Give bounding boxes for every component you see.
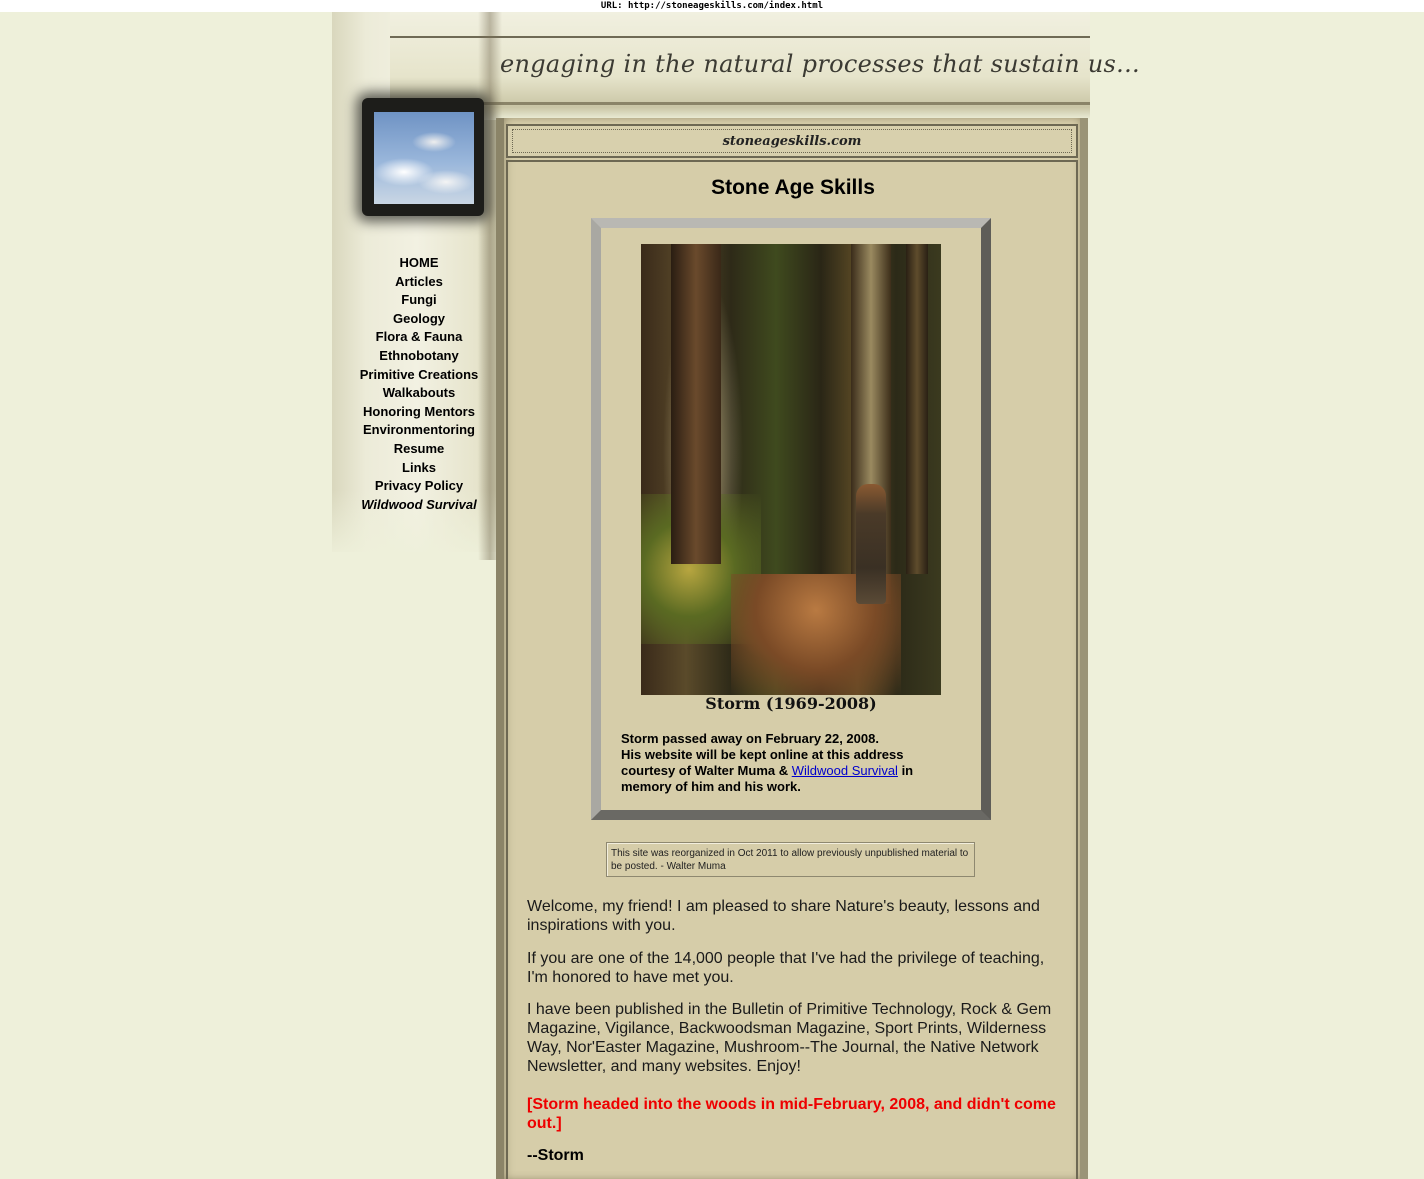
header-tagline: engaging in the natural processes that s…	[500, 50, 1140, 78]
nav-item-privacy-policy[interactable]: Privacy Policy	[340, 477, 498, 496]
sky-picture	[374, 112, 474, 204]
nav-item-flora-fauna[interactable]: Flora & Fauna	[340, 328, 498, 347]
photo-tree-trunk	[906, 244, 928, 574]
nav-item-environmentoring[interactable]: Environmentoring	[340, 421, 498, 440]
nav-item-fungi[interactable]: Fungi	[340, 291, 498, 310]
teaching-paragraph: If you are one of the 14,000 people that…	[527, 950, 1045, 986]
signature: --Storm	[527, 1147, 584, 1164]
nav-item-resume[interactable]: Resume	[340, 440, 498, 459]
forest-photo	[641, 244, 941, 695]
photo-tree-trunk	[671, 244, 721, 564]
notice-text: This site was reorganized in Oct 2011 to…	[611, 848, 969, 872]
wildwood-survival-link[interactable]: Wildwood Survival	[792, 763, 898, 778]
welcome-paragraph: Welcome, my friend! I am pleased to shar…	[527, 898, 1040, 934]
storm-notice: [Storm headed into the woods in mid-Febr…	[527, 1096, 1056, 1132]
url-bar: URL: http://stoneageskills.com/index.htm…	[0, 0, 1424, 12]
nav-item-walkabouts[interactable]: Walkabouts	[340, 384, 498, 403]
main-panel-left-edge	[496, 118, 504, 1179]
publications-paragraph: I have been published in the Bulletin of…	[527, 1001, 1052, 1075]
photo-caption: Storm (1969-2008)	[705, 694, 877, 713]
nav-item-ethnobotany[interactable]: Ethnobotany	[340, 347, 498, 366]
nav-item-articles[interactable]: Articles	[340, 273, 498, 292]
memorial-message: Storm passed away on February 22, 2008. …	[621, 731, 941, 795]
memorial-line-1: Storm passed away on February 22, 2008.	[621, 731, 879, 746]
nav-item-primitive-creations[interactable]: Primitive Creations	[340, 366, 498, 385]
nav-item-geology[interactable]: Geology	[340, 310, 498, 329]
site-name: stoneageskills.com	[722, 134, 862, 149]
nav-item-wildwood-survival[interactable]: Wildwood Survival	[340, 496, 498, 515]
page-title: Stone Age Skills	[711, 176, 875, 199]
main-panel-right-edge	[1080, 118, 1088, 1179]
sidebar-nav: HOME Articles Fungi Geology Flora & Faun…	[340, 254, 498, 514]
header-rule-bottom	[480, 102, 1090, 105]
reorganization-notice: This site was reorganized in Oct 2011 to…	[606, 842, 975, 877]
nav-item-honoring-mentors[interactable]: Honoring Mentors	[340, 403, 498, 422]
nav-item-links[interactable]: Links	[340, 459, 498, 478]
nav-item-home[interactable]: HOME	[340, 254, 498, 273]
site-name-bar: stoneageskills.com	[506, 124, 1078, 158]
photo-hiker	[856, 484, 886, 604]
